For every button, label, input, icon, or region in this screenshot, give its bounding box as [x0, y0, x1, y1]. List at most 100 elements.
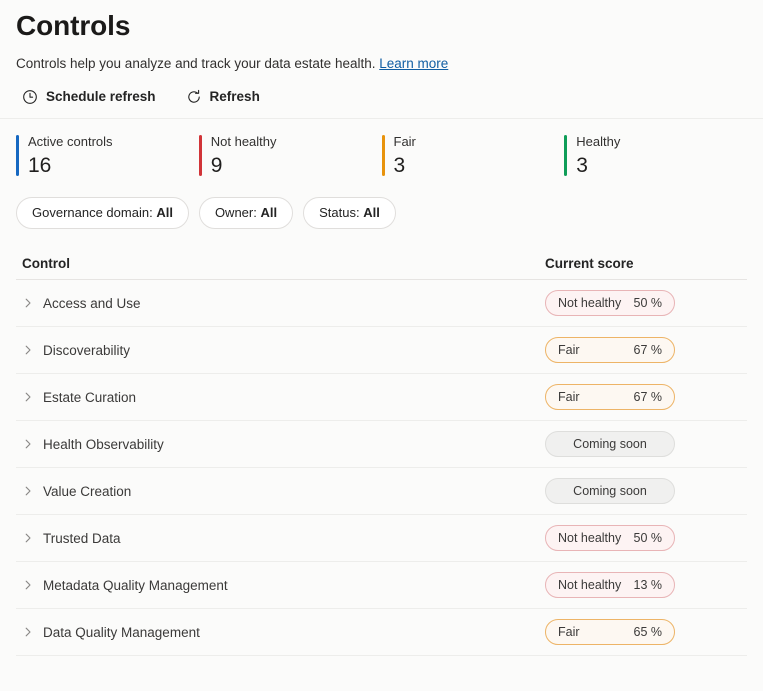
current-score-cell: Fair67 % [545, 384, 745, 410]
clock-icon [22, 89, 38, 105]
control-cell: Health Observability [22, 435, 545, 454]
table-row[interactable]: Access and UseNot healthy50 % [16, 280, 747, 327]
kpi-accent-bar [16, 135, 19, 176]
page-header: Controls Controls help you analyze and t… [0, 0, 763, 118]
filter-status[interactable]: Status: All [303, 197, 396, 229]
filter-name: Governance domain [32, 205, 149, 220]
status-badge-label: Not healthy [558, 295, 634, 311]
table-row[interactable]: Data Quality Management Fair65 % [16, 609, 747, 656]
control-name: Trusted Data [43, 529, 121, 548]
table-header-row: Control Current score [16, 247, 747, 280]
kpi-value: 3 [576, 152, 620, 179]
status-badge-score: 65 % [634, 624, 663, 640]
status-badge-score: 50 % [634, 530, 663, 546]
status-badge: Not healthy50 % [545, 525, 675, 551]
kpi-label: Active controls [28, 133, 113, 151]
current-score-cell: Fair65 % [545, 619, 745, 645]
status-badge-label: Fair [558, 342, 634, 358]
status-badge: Not healthy13 % [545, 572, 675, 598]
kpi-value: 3 [394, 152, 416, 179]
kpi-value: 16 [28, 152, 113, 179]
filter-value: All [363, 205, 380, 220]
refresh-icon [186, 89, 202, 105]
status-badge-score: 67 % [634, 389, 663, 405]
current-score-cell: Not healthy13 % [545, 572, 745, 598]
control-cell: Access and Use [22, 294, 545, 313]
filter-value: All [156, 205, 173, 220]
status-badge-label: Not healthy [558, 577, 634, 593]
chevron-right-icon[interactable] [22, 626, 34, 638]
status-badge: Coming soon [545, 431, 675, 457]
schedule-refresh-label: Schedule refresh [46, 88, 156, 106]
current-score-cell: Coming soon [545, 478, 745, 504]
table-row[interactable]: Value Creation Coming soon [16, 468, 747, 515]
status-badge-label: Fair [558, 389, 634, 405]
controls-table: Control Current score Access and UseNot … [0, 239, 763, 656]
filter-owner[interactable]: Owner: All [199, 197, 293, 229]
control-name: Value Creation [43, 482, 131, 501]
status-badge: Fair67 % [545, 384, 675, 410]
control-cell: Estate Curation [22, 388, 545, 407]
table-row[interactable]: Health Observability Coming soon [16, 421, 747, 468]
kpi-active-controls[interactable]: Active controls 16 [16, 133, 199, 179]
kpi-not-healthy[interactable]: Not healthy 9 [199, 133, 382, 179]
current-score-cell: Fair67 % [545, 337, 745, 363]
filter-governance-domain[interactable]: Governance domain: All [16, 197, 189, 229]
table-body: Access and UseNot healthy50 %Discoverabi… [16, 280, 747, 656]
table-row[interactable]: Estate Curation Fair67 % [16, 374, 747, 421]
status-badge-score: 50 % [634, 295, 663, 311]
status-badge: Not healthy50 % [545, 290, 675, 316]
kpi-label: Fair [394, 133, 416, 151]
filter-name: Owner [215, 205, 253, 220]
control-cell: Discoverability [22, 341, 545, 360]
status-badge: Fair65 % [545, 619, 675, 645]
control-name: Estate Curation [43, 388, 136, 407]
status-badge-score: 13 % [634, 577, 663, 593]
chevron-right-icon[interactable] [22, 532, 34, 544]
table-row[interactable]: Discoverability Fair67 % [16, 327, 747, 374]
chevron-right-icon[interactable] [22, 579, 34, 591]
chevron-right-icon[interactable] [22, 438, 34, 450]
table-row[interactable]: Metadata Quality Management Not healthy13… [16, 562, 747, 609]
kpi-summary: Active controls 16 Not healthy 9 Fair 3 … [0, 119, 763, 189]
chevron-right-icon[interactable] [22, 344, 34, 356]
learn-more-link[interactable]: Learn more [379, 56, 448, 71]
chevron-right-icon[interactable] [22, 485, 34, 497]
current-score-cell: Not healthy50 % [545, 525, 745, 551]
kpi-fair[interactable]: Fair 3 [382, 133, 565, 179]
status-badge: Coming soon [545, 478, 675, 504]
control-name: Data Quality Management [43, 623, 200, 642]
control-name: Discoverability [43, 341, 130, 360]
control-name: Metadata Quality Management [43, 576, 228, 595]
status-badge-label: Not healthy [558, 530, 634, 546]
filter-name: Status [319, 205, 356, 220]
control-cell: Trusted Data [22, 529, 545, 548]
kpi-accent-bar [199, 135, 202, 176]
page-subtitle: Controls help you analyze and track your… [16, 54, 747, 74]
kpi-label: Not healthy [211, 133, 277, 151]
kpi-label: Healthy [576, 133, 620, 151]
command-bar: Schedule refresh Refresh [16, 84, 747, 118]
status-badge-label: Coming soon [573, 483, 647, 499]
table-row[interactable]: Trusted Data Not healthy50 % [16, 515, 747, 562]
control-cell: Metadata Quality Management [22, 576, 545, 595]
control-cell: Data Quality Management [22, 623, 545, 642]
column-header-control: Control [22, 256, 545, 271]
refresh-button[interactable]: Refresh [180, 84, 266, 110]
controls-page: Controls Controls help you analyze and t… [0, 0, 763, 691]
filter-bar: Governance domain: All Owner: All Status… [0, 189, 763, 239]
control-cell: Value Creation [22, 482, 545, 501]
schedule-refresh-button[interactable]: Schedule refresh [16, 84, 162, 110]
chevron-right-icon[interactable] [22, 391, 34, 403]
page-subtitle-text: Controls help you analyze and track your… [16, 56, 375, 71]
kpi-accent-bar [564, 135, 567, 176]
status-badge-label: Coming soon [573, 436, 647, 452]
current-score-cell: Coming soon [545, 431, 745, 457]
kpi-healthy[interactable]: Healthy 3 [564, 133, 747, 179]
chevron-right-icon[interactable] [22, 297, 34, 309]
refresh-label: Refresh [210, 88, 260, 106]
status-badge: Fair67 % [545, 337, 675, 363]
control-name: Health Observability [43, 435, 164, 454]
status-badge-score: 67 % [634, 342, 663, 358]
column-header-current-score: Current score [545, 256, 745, 271]
